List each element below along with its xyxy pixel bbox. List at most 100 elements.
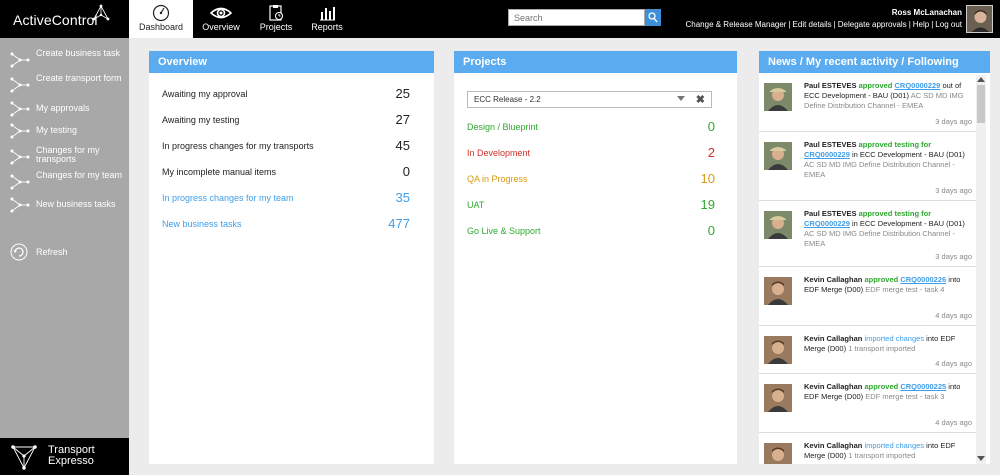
refresh-icon bbox=[10, 243, 28, 261]
link-separator: | bbox=[908, 20, 911, 29]
link-role[interactable]: Change & Release Manager bbox=[686, 20, 787, 29]
project-row-in-development[interactable]: In Development 2 bbox=[467, 145, 727, 161]
news-mid: in ECC Development - BAU (D01) bbox=[851, 219, 965, 228]
brand-logo[interactable]: ActiveControl bbox=[0, 0, 129, 38]
overview-count: 45 bbox=[395, 138, 410, 153]
avatar[interactable] bbox=[764, 277, 792, 305]
news-detail: AC SD MD IMG Define Distribution Channel… bbox=[804, 160, 955, 179]
overview-row-incomplete-manual[interactable]: My incomplete manual items 0 bbox=[162, 164, 422, 180]
news-item: Kevin Callaghan approved CRQ0000226 into… bbox=[759, 269, 977, 326]
sidebar-item-my-approvals[interactable]: My approvals bbox=[10, 98, 125, 120]
user-links: Change & Release Manager | Edit details | De… bbox=[686, 20, 963, 29]
user-avatar[interactable] bbox=[966, 5, 993, 33]
network-icon bbox=[11, 445, 37, 470]
clear-icon[interactable]: ✖ bbox=[696, 93, 705, 106]
sidebar-item-label: Create transport form bbox=[36, 73, 122, 83]
news-actor[interactable]: Kevin Callaghan bbox=[804, 334, 862, 343]
news-link[interactable]: CRQ0000229 bbox=[804, 219, 850, 228]
news-detail: EDF merge test - task 3 bbox=[865, 392, 945, 401]
sidebar-item-label: Changes for my transports bbox=[36, 145, 100, 164]
tab-reports[interactable]: Reports bbox=[306, 0, 348, 38]
sidebar-item-create-transport-form[interactable]: Create transport form bbox=[10, 74, 125, 96]
overview-row-awaiting-approval[interactable]: Awaiting my approval 25 bbox=[162, 86, 422, 102]
tab-projects[interactable]: Projects bbox=[252, 0, 300, 38]
news-actor[interactable]: Paul ESTEVES bbox=[804, 81, 857, 90]
project-label: Go Live & Support bbox=[467, 226, 541, 236]
tab-dashboard[interactable]: Dashboard bbox=[129, 0, 193, 38]
link-separator: | bbox=[788, 20, 791, 29]
link-delegate-approvals[interactable]: Delegate approvals bbox=[838, 20, 907, 29]
sidebar-item-label: New business tasks bbox=[36, 199, 116, 209]
project-select[interactable]: ECC Release - 2.2 ✖ bbox=[467, 91, 712, 108]
project-label: QA in Progress bbox=[467, 174, 528, 184]
link-separator: | bbox=[931, 20, 934, 29]
project-row-design-blueprint[interactable]: Design / Blueprint 0 bbox=[467, 119, 727, 135]
news-timestamp: 3 days ago bbox=[935, 186, 972, 195]
news-actor[interactable]: Paul ESTEVES bbox=[804, 140, 857, 149]
sidebar-item-create-business-task[interactable]: Create business task bbox=[10, 49, 125, 71]
news-text: Paul ESTEVES approved testing for CRQ000… bbox=[804, 140, 972, 180]
tab-label: Overview bbox=[202, 22, 240, 32]
overview-row-in-progress-transports[interactable]: In progress changes for my transports 45 bbox=[162, 138, 422, 154]
news-link[interactable]: CRQ0000229 bbox=[894, 81, 940, 90]
overview-row-new-business-tasks[interactable]: New business tasks 477 bbox=[162, 216, 422, 232]
link-edit-details[interactable]: Edit details bbox=[793, 20, 832, 29]
news-actor[interactable]: Kevin Callaghan bbox=[804, 441, 862, 450]
avatar[interactable] bbox=[764, 384, 792, 412]
clipboard-icon bbox=[269, 5, 284, 21]
avatar[interactable] bbox=[764, 443, 792, 464]
news-timestamp: 3 days ago bbox=[935, 117, 972, 126]
overview-row-awaiting-testing[interactable]: Awaiting my testing 27 bbox=[162, 112, 422, 128]
project-row-uat[interactable]: UAT 19 bbox=[467, 197, 727, 213]
news-actor[interactable]: Kevin Callaghan bbox=[804, 382, 862, 391]
news-link[interactable]: CRQ0000226 bbox=[900, 275, 946, 284]
news-item: Kevin Callaghan imported changes into ED… bbox=[759, 328, 977, 374]
news-link[interactable]: CRQ0000225 bbox=[900, 382, 946, 391]
link-separator: | bbox=[833, 20, 836, 29]
workflow-icon bbox=[10, 197, 30, 213]
news-item: Paul ESTEVES approved testing for CRQ000… bbox=[759, 203, 977, 267]
tab-overview[interactable]: Overview bbox=[197, 0, 245, 38]
project-row-go-live-support[interactable]: Go Live & Support 0 bbox=[467, 223, 727, 239]
avatar[interactable] bbox=[764, 142, 792, 170]
news-text: Kevin Callaghan approved CRQ0000225 into… bbox=[804, 382, 972, 402]
avatar[interactable] bbox=[764, 83, 792, 111]
sidebar-item-label: Create business task bbox=[36, 48, 121, 58]
news-verb: approved testing for bbox=[858, 140, 932, 149]
scroll-up-icon[interactable] bbox=[977, 77, 985, 82]
search-input[interactable] bbox=[508, 9, 645, 26]
avatar[interactable] bbox=[764, 336, 792, 364]
link-log-out[interactable]: Log out bbox=[935, 20, 962, 29]
news-actor[interactable]: Kevin Callaghan bbox=[804, 275, 862, 284]
overview-label: New business tasks bbox=[162, 219, 242, 229]
sidebar-item-changes-for-my-transports[interactable]: Changes for my transports bbox=[10, 146, 125, 168]
chevron-down-icon[interactable] bbox=[677, 96, 685, 101]
search-box bbox=[508, 9, 661, 26]
scroll-thumb[interactable] bbox=[977, 85, 985, 123]
overview-label: Awaiting my testing bbox=[162, 115, 240, 125]
sidebar-item-label: Changes for my team bbox=[36, 170, 123, 180]
scroll-down-icon[interactable] bbox=[977, 456, 985, 461]
news-scrollbar[interactable] bbox=[976, 75, 986, 464]
person-photo-icon bbox=[764, 83, 792, 111]
search-button[interactable] bbox=[645, 9, 661, 26]
sidebar-item-my-testing[interactable]: My testing bbox=[10, 120, 125, 142]
news-link[interactable]: CRQ0000229 bbox=[804, 150, 850, 159]
news-actor[interactable]: Paul ESTEVES bbox=[804, 209, 857, 218]
bar-chart-icon bbox=[320, 7, 335, 21]
news-timestamp: 4 days ago bbox=[935, 359, 972, 368]
refresh-button[interactable]: Refresh bbox=[10, 243, 110, 261]
project-row-qa-in-progress[interactable]: QA in Progress 10 bbox=[467, 171, 727, 187]
sidebar-item-new-business-tasks[interactable]: New business tasks bbox=[10, 194, 125, 216]
news-feed[interactable]: Paul ESTEVES approved CRQ0000229 out of … bbox=[759, 73, 990, 464]
overview-panel: Overview Awaiting my approval 25 Awaitin… bbox=[149, 51, 434, 464]
workflow-icon bbox=[10, 174, 30, 190]
sidebar-item-changes-for-my-team[interactable]: Changes for my team bbox=[10, 171, 125, 193]
sidebar: Create business task Create transport fo… bbox=[0, 38, 129, 438]
news-timestamp: 4 days ago bbox=[935, 311, 972, 320]
overview-row-in-progress-team[interactable]: In progress changes for my team 35 bbox=[162, 190, 422, 206]
link-help[interactable]: Help bbox=[913, 20, 929, 29]
person-photo-icon bbox=[967, 6, 992, 32]
avatar[interactable] bbox=[764, 211, 792, 239]
news-verb: imported changes bbox=[864, 334, 925, 343]
